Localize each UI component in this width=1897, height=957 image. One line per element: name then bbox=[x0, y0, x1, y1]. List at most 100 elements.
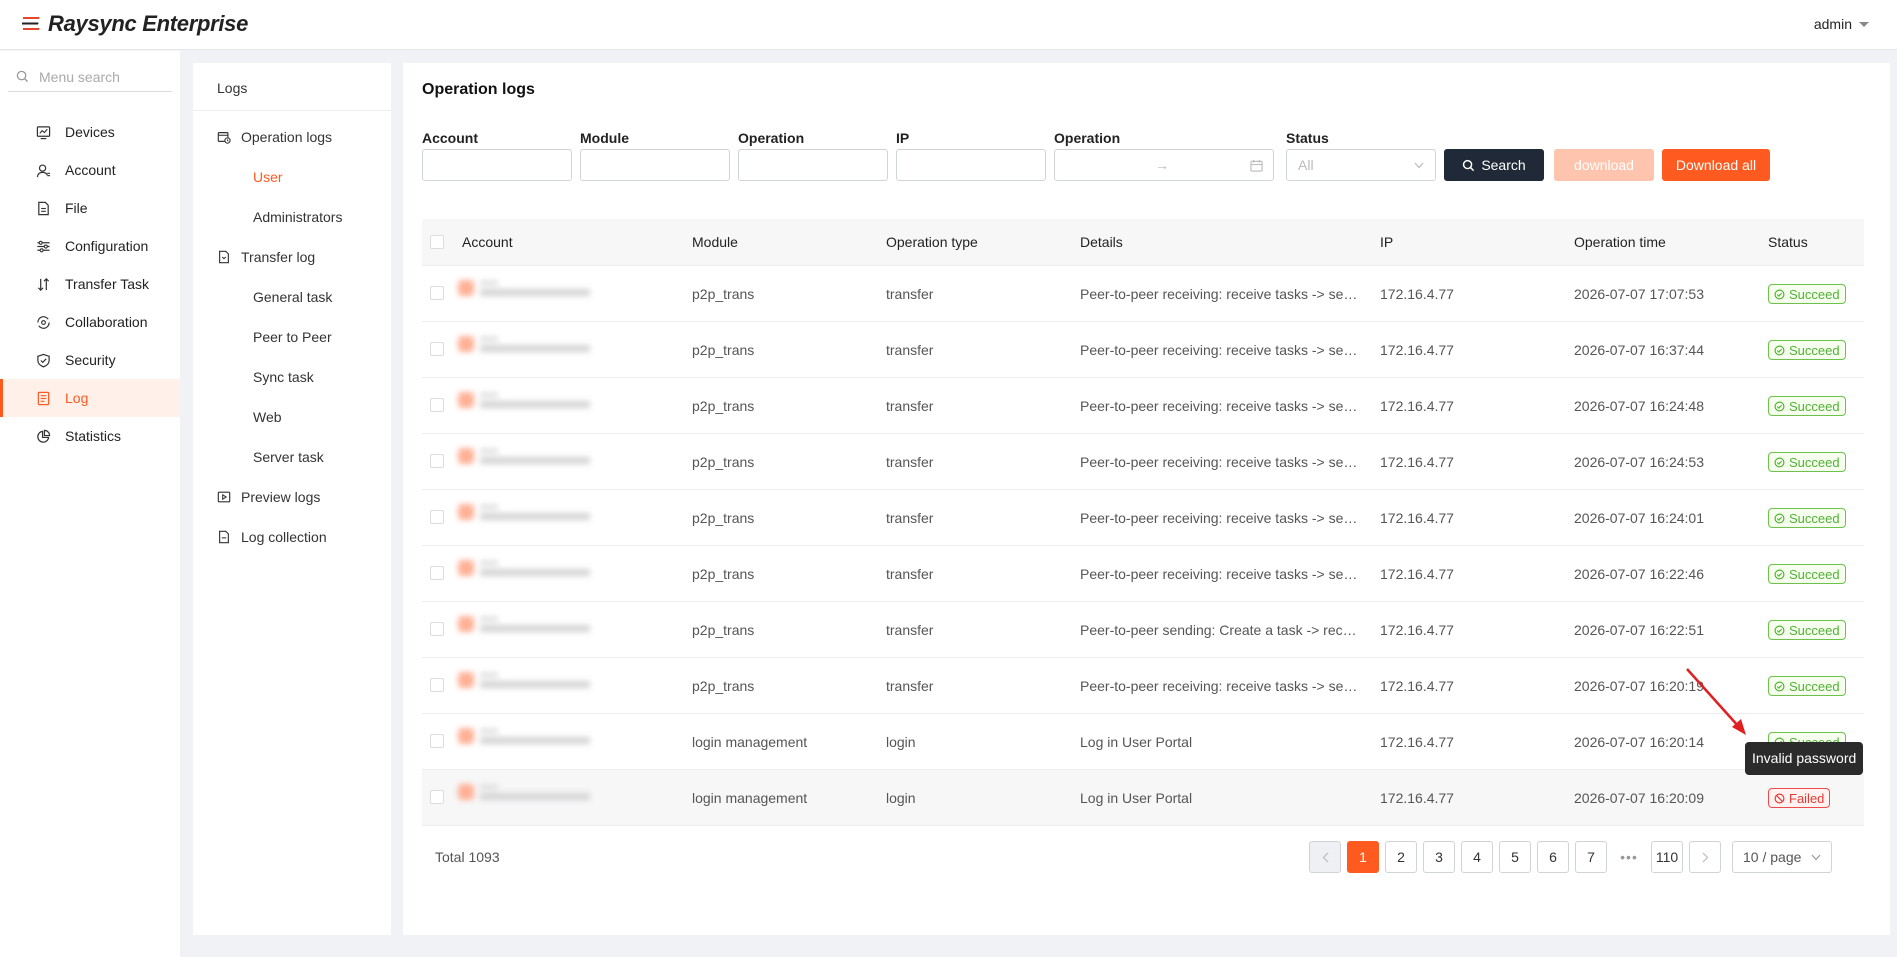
next-page-button[interactable] bbox=[1689, 841, 1721, 873]
page-button-5[interactable]: 5 bbox=[1499, 841, 1531, 873]
page-button-7[interactable]: 7 bbox=[1575, 841, 1607, 873]
details-cell: Peer-to-peer sending: Create a task -> r… bbox=[1080, 621, 1358, 638]
operation-time-cell: 2026-07-07 17:07:53 bbox=[1574, 285, 1704, 302]
nav-item-transfer-task[interactable]: Transfer Task bbox=[0, 265, 180, 303]
subnav-item-administrators[interactable]: Administrators bbox=[193, 197, 391, 237]
page-button-2[interactable]: 2 bbox=[1385, 841, 1417, 873]
row-checkbox[interactable] bbox=[430, 790, 444, 804]
account-icon bbox=[36, 163, 51, 177]
row-checkbox[interactable] bbox=[430, 622, 444, 636]
status-badge[interactable]: Succeed bbox=[1768, 396, 1846, 416]
subnav-group-label: Log collection bbox=[241, 529, 327, 545]
page-button-6[interactable]: 6 bbox=[1537, 841, 1569, 873]
table-row[interactable]: p2p_trans transfer Peer-to-peer receiving:… bbox=[422, 266, 1864, 322]
row-checkbox[interactable] bbox=[430, 286, 444, 300]
caret-down-icon bbox=[1859, 21, 1869, 27]
details-cell: Peer-to-peer receiving: receive tasks ->… bbox=[1080, 509, 1358, 526]
operation-time-range-picker[interactable]: → bbox=[1054, 149, 1274, 181]
row-checkbox[interactable] bbox=[430, 398, 444, 412]
pagination: Total 1093 1 2 3 4 5 6 7 ••• 110 10 / pa… bbox=[403, 839, 1890, 875]
details-cell: Peer-to-peer receiving: receive tasks ->… bbox=[1080, 677, 1358, 694]
operation-type-filter-input[interactable] bbox=[738, 149, 888, 181]
page-button-3[interactable]: 3 bbox=[1423, 841, 1455, 873]
module-filter-input[interactable] bbox=[580, 149, 730, 181]
table-row[interactable]: p2p_trans transfer Peer-to-peer receiving:… bbox=[422, 546, 1864, 602]
subnav-item-sync-task[interactable]: Sync task bbox=[193, 357, 391, 397]
subnav-item-user[interactable]: User bbox=[193, 157, 391, 197]
search-icon bbox=[1463, 159, 1475, 171]
prev-page-button[interactable] bbox=[1309, 841, 1341, 873]
table-row[interactable]: p2p_trans transfer Peer-to-peer receiving:… bbox=[422, 378, 1864, 434]
row-checkbox[interactable] bbox=[430, 678, 444, 692]
nav-item-statistics[interactable]: Statistics bbox=[0, 417, 180, 455]
module-cell: login management bbox=[692, 789, 808, 806]
top-bar: Raysync Enterprise admin bbox=[0, 0, 1897, 50]
subnav-group-operation-logs[interactable]: Operation logs bbox=[193, 117, 391, 157]
page-size-select[interactable]: 10 / page bbox=[1732, 841, 1832, 873]
log-icon bbox=[37, 391, 50, 405]
page-button-last[interactable]: 110 bbox=[1651, 841, 1683, 873]
nav-item-file[interactable]: File bbox=[0, 189, 180, 227]
status-filter-select[interactable]: All bbox=[1286, 149, 1436, 181]
table-row[interactable]: p2p_trans transfer Peer-to-peer receiving:… bbox=[422, 322, 1864, 378]
nav-item-configuration[interactable]: Configuration bbox=[0, 227, 180, 265]
row-checkbox[interactable] bbox=[430, 734, 444, 748]
status-badge[interactable]: Succeed bbox=[1768, 620, 1846, 640]
row-checkbox[interactable] bbox=[430, 454, 444, 468]
row-checkbox[interactable] bbox=[430, 510, 444, 524]
module-cell: p2p_trans bbox=[692, 397, 755, 414]
row-checkbox[interactable] bbox=[430, 566, 444, 580]
nav-item-devices[interactable]: Devices bbox=[0, 113, 180, 151]
app-logo[interactable]: Raysync Enterprise bbox=[20, 11, 248, 37]
table-row[interactable]: p2p_trans transfer Peer-to-peer receiving:… bbox=[422, 434, 1864, 490]
search-button[interactable]: Search bbox=[1444, 149, 1544, 181]
subnav-group-preview-logs[interactable]: Preview logs bbox=[193, 477, 391, 517]
check-circle-icon bbox=[1774, 345, 1785, 355]
subnav-item-peer-to-peer[interactable]: Peer to Peer bbox=[193, 317, 391, 357]
table-row[interactable]: login management login Log in User Portal 1… bbox=[422, 714, 1864, 770]
nav-item-security[interactable]: Security bbox=[0, 341, 180, 379]
table-row[interactable]: p2p_trans transfer Peer-to-peer receiving:… bbox=[422, 490, 1864, 546]
subnav-item-general-task[interactable]: General task bbox=[193, 277, 391, 317]
subnav-group-log-collection[interactable]: Log collection bbox=[193, 517, 391, 557]
status-label: Succeed bbox=[1789, 286, 1840, 302]
status-badge[interactable]: Succeed bbox=[1768, 676, 1846, 696]
subnav-item-server-task[interactable]: Server task bbox=[193, 437, 391, 477]
nav-item-collaboration[interactable]: Collaboration bbox=[0, 303, 180, 341]
status-badge[interactable]: Succeed bbox=[1768, 508, 1846, 528]
subnav-item-web[interactable]: Web bbox=[193, 397, 391, 437]
page-button-1[interactable]: 1 bbox=[1347, 841, 1379, 873]
row-checkbox[interactable] bbox=[430, 342, 444, 356]
menu-search-input[interactable] bbox=[39, 68, 159, 85]
download-button[interactable]: download bbox=[1554, 149, 1654, 181]
status-badge[interactable]: Succeed bbox=[1768, 564, 1846, 584]
account-filter-input[interactable] bbox=[422, 149, 572, 181]
table-row[interactable]: p2p_trans transfer Peer-to-peer sending: C… bbox=[422, 602, 1864, 658]
table-row[interactable]: p2p_trans transfer Peer-to-peer receiving:… bbox=[422, 658, 1864, 714]
more-pages-ellipsis[interactable]: ••• bbox=[1613, 841, 1645, 873]
table-row[interactable]: login management login Log in User Portal 1… bbox=[422, 770, 1864, 826]
status-badge[interactable]: Succeed bbox=[1768, 284, 1846, 304]
user-menu[interactable]: admin bbox=[1814, 16, 1869, 32]
check-circle-icon bbox=[1774, 625, 1785, 635]
check-circle-icon bbox=[1774, 401, 1785, 411]
operation-type-cell: transfer bbox=[886, 621, 934, 638]
subnav-group-label: Preview logs bbox=[241, 489, 321, 505]
page-button-4[interactable]: 4 bbox=[1461, 841, 1493, 873]
module-filter-label: Module bbox=[580, 130, 629, 146]
ip-filter-input[interactable] bbox=[896, 149, 1046, 181]
header-account: Account bbox=[462, 234, 513, 250]
status-badge[interactable]: Succeed bbox=[1768, 452, 1846, 472]
account-cell-redacted bbox=[458, 672, 590, 688]
status-badge[interactable]: Failed bbox=[1768, 788, 1831, 808]
subnav-group-label: Operation logs bbox=[241, 129, 333, 145]
status-badge[interactable]: Succeed bbox=[1768, 340, 1846, 360]
download-all-button[interactable]: Download all bbox=[1662, 149, 1770, 181]
subnav-group-transfer-log[interactable]: Transfer log bbox=[193, 237, 391, 277]
nav-item-log[interactable]: Log bbox=[0, 379, 180, 417]
operation-time-cell: 2026-07-07 16:22:46 bbox=[1574, 565, 1704, 582]
select-all-checkbox[interactable] bbox=[430, 235, 444, 249]
account-cell-redacted bbox=[458, 728, 590, 744]
nav-item-account[interactable]: Account bbox=[0, 151, 180, 189]
operation-type-cell: transfer bbox=[886, 341, 934, 358]
